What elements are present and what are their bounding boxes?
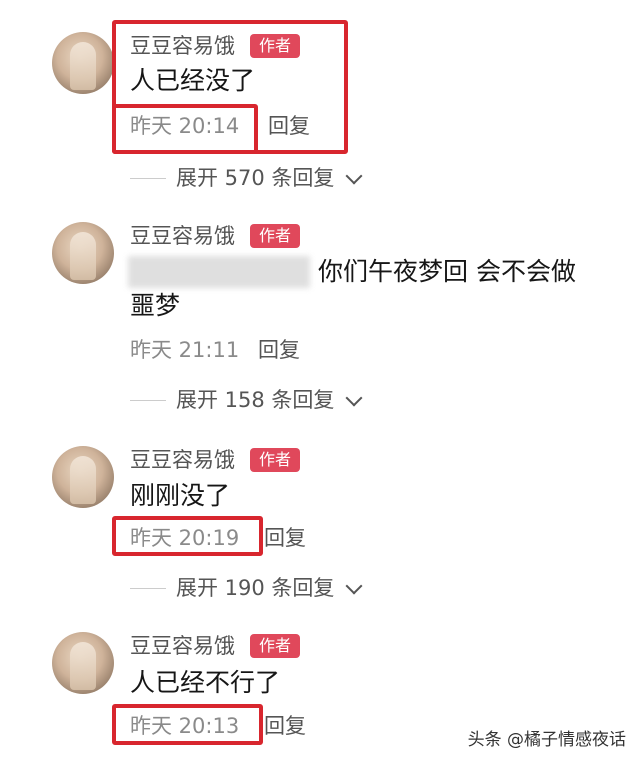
expand-replies-label: 展开 158 条回复 <box>176 388 335 412</box>
avatar[interactable] <box>52 222 114 284</box>
avatar[interactable] <box>52 632 114 694</box>
expand-replies-button[interactable]: 展开 190 条回复 <box>130 576 370 600</box>
commenter-name[interactable]: 豆豆容易饿 <box>130 448 235 472</box>
expand-replies-label: 展开 570 条回复 <box>176 166 335 190</box>
comment-text-continued: 噩梦 <box>130 291 181 320</box>
comment-text: 人已经不行了 <box>130 668 281 697</box>
expand-replies-label: 展开 190 条回复 <box>176 576 335 600</box>
chevron-down-icon <box>345 577 363 595</box>
reply-button[interactable]: 回复 <box>258 338 300 362</box>
author-badge: 作者 <box>250 634 300 658</box>
author-badge: 作者 <box>250 448 300 472</box>
comment-text: 你们午夜梦回 会不会做 <box>318 257 576 286</box>
chevron-down-icon <box>345 389 363 407</box>
source-watermark: 头条 @橘子情感夜话 <box>467 730 626 750</box>
commenter-name[interactable]: 豆豆容易饿 <box>130 224 235 248</box>
avatar[interactable] <box>52 446 114 508</box>
comment-item: 豆豆容易饿 作者 刚刚没了 昨天 20:19 回复 展开 190 条回复 <box>0 420 640 610</box>
author-badge: 作者 <box>250 224 300 248</box>
commenter-name[interactable]: 豆豆容易饿 <box>130 634 235 658</box>
reply-button[interactable]: 回复 <box>264 714 306 738</box>
comment-item: 豆豆容易饿 作者 你们午夜梦回 会不会做 噩梦 昨天 21:11 回复 展开 1… <box>0 200 640 420</box>
divider <box>130 588 166 589</box>
divider <box>130 178 166 179</box>
chevron-down-icon <box>345 167 363 185</box>
highlight-box-time <box>112 104 258 154</box>
highlight-box-time <box>112 516 263 556</box>
reply-button[interactable]: 回复 <box>264 526 306 550</box>
expand-replies-button[interactable]: 展开 158 条回复 <box>130 388 370 412</box>
divider <box>130 400 166 401</box>
comment-time: 昨天 21:11 <box>130 338 240 362</box>
avatar[interactable] <box>52 32 114 94</box>
redacted-text-mask <box>128 256 310 288</box>
comment-text: 刚刚没了 <box>130 481 231 510</box>
expand-replies-button[interactable]: 展开 570 条回复 <box>130 166 370 190</box>
highlight-box-time <box>112 704 263 745</box>
